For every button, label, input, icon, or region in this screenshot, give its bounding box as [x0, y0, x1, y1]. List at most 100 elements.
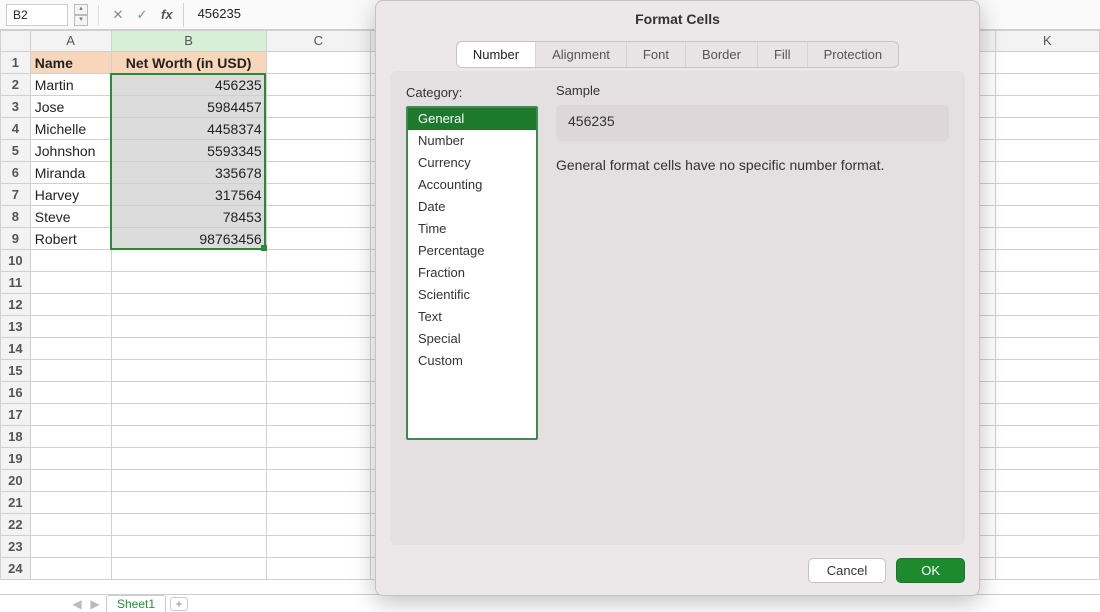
cell[interactable] — [30, 360, 111, 382]
cell[interactable] — [995, 140, 1099, 162]
cell[interactable] — [266, 514, 370, 536]
cell[interactable] — [30, 470, 111, 492]
cell[interactable] — [111, 338, 266, 360]
row-header[interactable]: 17 — [1, 404, 31, 426]
cell[interactable] — [30, 382, 111, 404]
cell[interactable] — [995, 316, 1099, 338]
cancel-button[interactable]: Cancel — [808, 558, 886, 583]
cell[interactable] — [266, 448, 370, 470]
cell[interactable] — [995, 558, 1099, 580]
cell[interactable] — [995, 52, 1099, 74]
category-item[interactable]: Currency — [408, 152, 536, 174]
cell[interactable] — [995, 492, 1099, 514]
cell[interactable] — [266, 250, 370, 272]
row-header[interactable]: 22 — [1, 514, 31, 536]
cell[interactable]: Steve — [30, 206, 111, 228]
cell[interactable] — [995, 74, 1099, 96]
stepper-up-icon[interactable]: ▴ — [74, 4, 88, 15]
cell[interactable] — [30, 404, 111, 426]
cell[interactable] — [111, 536, 266, 558]
cell[interactable]: 335678 — [111, 162, 266, 184]
row-header[interactable]: 15 — [1, 360, 31, 382]
row-header[interactable]: 6 — [1, 162, 31, 184]
cell[interactable] — [995, 272, 1099, 294]
cell[interactable] — [995, 250, 1099, 272]
cell[interactable]: 78453 — [111, 206, 266, 228]
cell[interactable]: Robert — [30, 228, 111, 250]
cell[interactable] — [266, 338, 370, 360]
cell[interactable] — [266, 140, 370, 162]
row-header[interactable]: 21 — [1, 492, 31, 514]
cell[interactable] — [111, 492, 266, 514]
cell[interactable]: Net Worth (in USD) — [111, 52, 266, 74]
cell[interactable]: 4458374 — [111, 118, 266, 140]
cell[interactable] — [111, 360, 266, 382]
cell[interactable] — [266, 52, 370, 74]
column-header[interactable]: K — [995, 31, 1099, 52]
cell[interactable] — [30, 250, 111, 272]
cell[interactable] — [995, 162, 1099, 184]
cell[interactable] — [995, 404, 1099, 426]
cell[interactable] — [266, 360, 370, 382]
column-header[interactable]: B — [111, 31, 266, 52]
category-item[interactable]: Fraction — [408, 262, 536, 284]
cell[interactable]: 5593345 — [111, 140, 266, 162]
cell[interactable] — [266, 206, 370, 228]
add-sheet-button[interactable]: + — [170, 597, 188, 611]
row-header[interactable]: 5 — [1, 140, 31, 162]
column-header[interactable]: C — [266, 31, 370, 52]
select-all-corner[interactable] — [1, 31, 31, 52]
cell[interactable]: Johnshon — [30, 140, 111, 162]
row-header[interactable]: 23 — [1, 536, 31, 558]
cell[interactable]: Harvey — [30, 184, 111, 206]
cell[interactable] — [266, 74, 370, 96]
dialog-tab-border[interactable]: Border — [686, 42, 758, 67]
tab-nav-prev-icon[interactable]: ◀ — [70, 597, 84, 611]
cell[interactable] — [266, 426, 370, 448]
cell[interactable] — [266, 404, 370, 426]
cell[interactable] — [111, 250, 266, 272]
cell[interactable] — [30, 448, 111, 470]
tab-nav-next-icon[interactable]: ▶ — [88, 597, 102, 611]
cell[interactable] — [995, 184, 1099, 206]
cell[interactable] — [111, 514, 266, 536]
dialog-tab-font[interactable]: Font — [627, 42, 686, 67]
cell[interactable] — [30, 426, 111, 448]
dialog-tab-alignment[interactable]: Alignment — [536, 42, 627, 67]
sheet-tab[interactable]: Sheet1 — [106, 595, 166, 612]
row-header[interactable]: 24 — [1, 558, 31, 580]
cell[interactable] — [30, 514, 111, 536]
cell[interactable] — [30, 272, 111, 294]
cell[interactable]: Michelle — [30, 118, 111, 140]
cell[interactable] — [30, 536, 111, 558]
cell[interactable] — [995, 338, 1099, 360]
cell[interactable]: Martin — [30, 74, 111, 96]
cell[interactable] — [30, 316, 111, 338]
cell[interactable] — [266, 272, 370, 294]
cell[interactable]: Miranda — [30, 162, 111, 184]
row-header[interactable]: 2 — [1, 74, 31, 96]
cell[interactable] — [995, 206, 1099, 228]
name-box-stepper[interactable]: ▴ ▾ — [74, 4, 88, 26]
cell[interactable] — [266, 470, 370, 492]
row-header[interactable]: 20 — [1, 470, 31, 492]
cell[interactable] — [266, 294, 370, 316]
cancel-edit-icon[interactable]: ✕ — [109, 7, 127, 23]
cell[interactable] — [111, 470, 266, 492]
column-header[interactable]: A — [30, 31, 111, 52]
cell[interactable] — [266, 316, 370, 338]
cell[interactable]: 98763456 — [111, 228, 266, 250]
name-box[interactable]: B2 — [6, 4, 68, 26]
category-item[interactable]: Accounting — [408, 174, 536, 196]
cell[interactable] — [111, 294, 266, 316]
category-item[interactable]: Date — [408, 196, 536, 218]
cell[interactable] — [111, 448, 266, 470]
row-header[interactable]: 13 — [1, 316, 31, 338]
dialog-tab-protection[interactable]: Protection — [808, 42, 899, 67]
row-header[interactable]: 12 — [1, 294, 31, 316]
confirm-edit-icon[interactable]: ✓ — [133, 7, 151, 23]
cell[interactable] — [995, 118, 1099, 140]
category-item[interactable]: Number — [408, 130, 536, 152]
stepper-down-icon[interactable]: ▾ — [74, 15, 88, 26]
row-header[interactable]: 4 — [1, 118, 31, 140]
